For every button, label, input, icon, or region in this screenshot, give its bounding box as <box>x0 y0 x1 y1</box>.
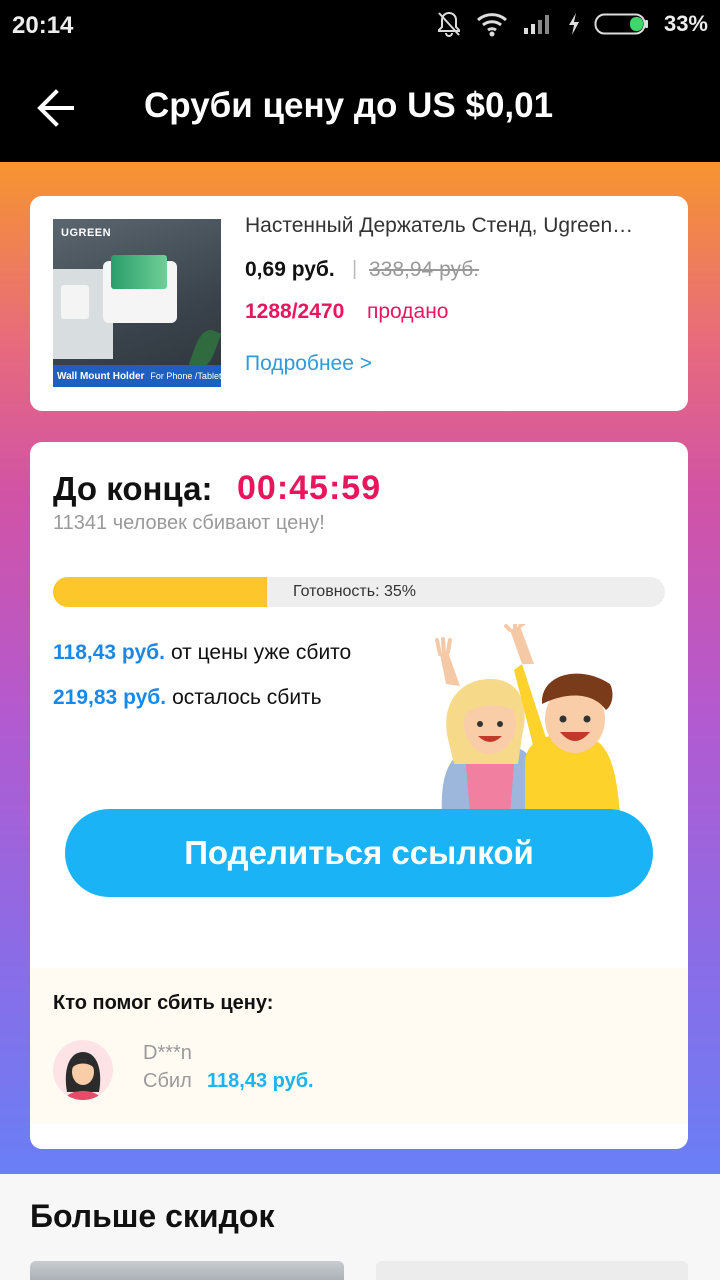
product-old-price: 338,94 руб. <box>369 258 480 281</box>
charging-icon <box>568 13 579 35</box>
status-time: 20:14 <box>12 12 74 39</box>
progress-label: Готовность: 35% <box>293 583 416 600</box>
thumb-caption-sub: For Phone /Tablet <box>150 371 221 381</box>
wifi-icon <box>476 13 507 37</box>
helpers-section: Кто помог сбить цену: D***n Сбил 118,43 … <box>30 968 688 1123</box>
back-arrow-icon[interactable] <box>34 86 78 130</box>
helper-amount: 118,43 руб. <box>207 1070 314 1092</box>
discount-tile[interactable] <box>30 1261 344 1280</box>
discount-tile[interactable] <box>376 1261 688 1280</box>
more-details-link[interactable]: Подробнее > <box>245 352 372 376</box>
sold-count: 1288/2470 <box>245 300 345 323</box>
thumb-brand-logo: UGREEN <box>61 227 112 239</box>
price-separator: | <box>352 258 358 280</box>
product-price: 0,69 руб. <box>245 258 335 281</box>
signal-icon <box>523 15 549 34</box>
helper-name: D***n <box>143 1042 192 1064</box>
countdown-label: До конца: <box>53 470 213 507</box>
user-avatar-icon <box>65 1052 101 1100</box>
progress-bar: Готовность: 35% <box>53 577 665 607</box>
helpers-title: Кто помог сбить цену: <box>53 992 274 1014</box>
countdown-timer: 00:45:59 <box>237 469 382 507</box>
bargain-card: До конца: 00:45:59 11341 человек сбивают… <box>30 442 688 1149</box>
stat-discounted-text: от цены уже сбито <box>170 641 352 664</box>
stat-remaining-amount: 219,83 руб. <box>53 686 167 709</box>
sold-label: продано <box>367 300 449 323</box>
thumb-outlet <box>61 285 89 319</box>
status-bar: 20:14 33% <box>0 0 720 52</box>
battery-percent: 33% <box>663 11 708 36</box>
thumb-caption: Wall Mount Holder <box>57 370 145 382</box>
more-discounts-section: Больше скидок <box>0 1174 720 1280</box>
thumb-caption-band: Wall Mount Holder For Phone /Tablet <box>53 365 221 387</box>
progress-fill <box>53 577 268 607</box>
battery-icon <box>594 13 648 35</box>
share-link-button[interactable]: Поделиться ссылкой <box>65 809 653 897</box>
toolbar: Сруби цену до US $0,01 <box>0 52 720 162</box>
stat-remaining: 219,83 руб. осталось сбить <box>53 686 322 710</box>
more-discounts-title: Больше скидок <box>30 1198 275 1234</box>
stat-discounted-amount: 118,43 руб. <box>53 641 165 664</box>
avatar <box>53 1040 113 1100</box>
notifications-off-icon <box>437 11 460 37</box>
product-image[interactable]: UGREEN Wall Mount Holder For Phone /Tabl… <box>53 219 221 387</box>
thumb-phone <box>111 255 167 289</box>
product-card[interactable]: UGREEN Wall Mount Holder For Phone /Tabl… <box>30 196 688 411</box>
helper-did-label: Сбил <box>143 1070 192 1092</box>
status-icons: 33% <box>436 10 708 38</box>
participants-count: 11341 человек сбивают цену! <box>53 512 325 534</box>
product-name: Настенный Держатель Стенд, Ugreen… <box>245 214 634 237</box>
stat-remaining-text: осталось сбить <box>172 686 322 709</box>
stat-discounted: 118,43 руб. от цены уже сбито <box>53 641 351 665</box>
page-title: Сруби цену до US $0,01 <box>144 86 554 125</box>
cheering-people-illustration <box>435 624 620 814</box>
